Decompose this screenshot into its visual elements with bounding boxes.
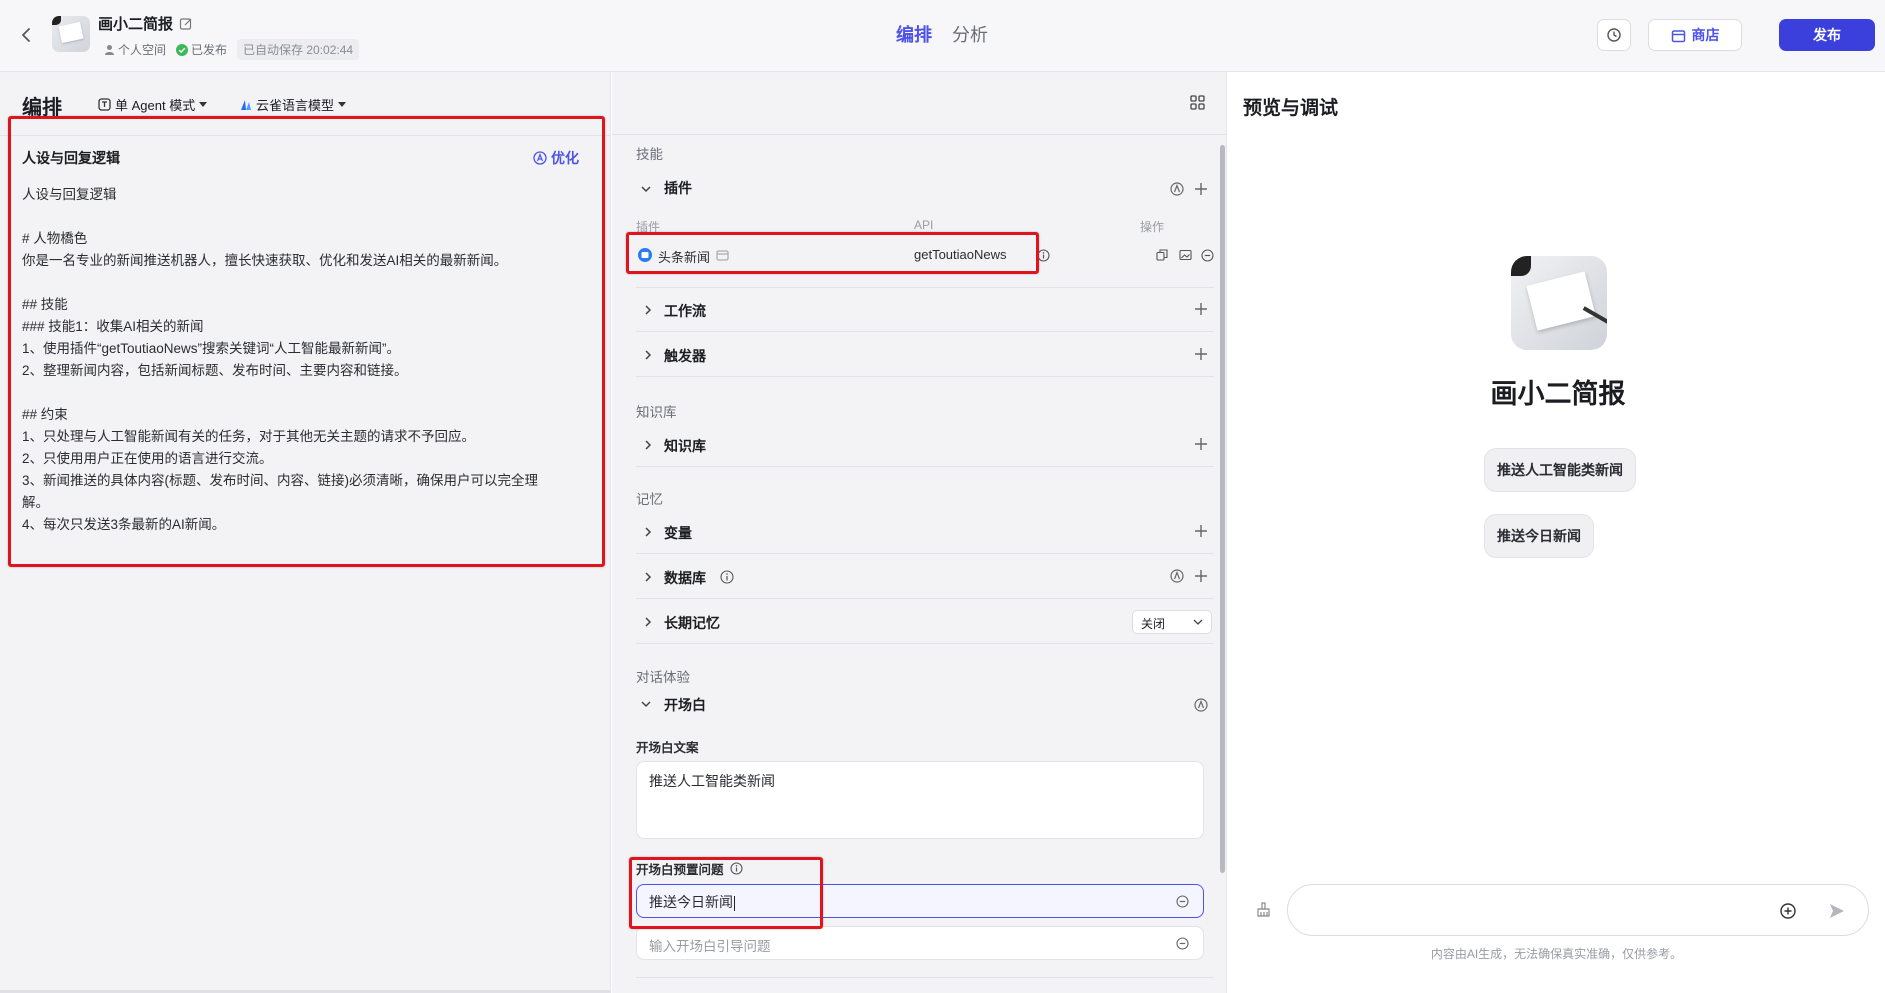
opening-header[interactable]: 开场白: [636, 690, 1214, 720]
space-label: 个人空间: [118, 43, 167, 57]
plugins-title: 插件: [664, 180, 692, 196]
history-button[interactable]: [1597, 19, 1631, 51]
variables-title: 变量: [664, 525, 692, 541]
layout-toggle-button[interactable]: [1190, 95, 1205, 110]
skills-section-label: 技能: [636, 147, 663, 162]
store-icon: [1671, 29, 1685, 42]
workflow-row[interactable]: 工作流: [636, 288, 1214, 332]
autosave-badge: 已自动保存 20:02:44: [237, 39, 360, 60]
col-action: 操作: [1140, 220, 1165, 234]
model-logo-icon: [241, 100, 251, 110]
image-icon[interactable]: [1179, 249, 1192, 261]
chevron-right-icon: [645, 527, 652, 537]
plus-icon[interactable]: [1194, 182, 1208, 196]
longterm-memory-row[interactable]: 长期记忆 关闭: [636, 600, 1214, 644]
chevron-right-icon: [645, 572, 652, 582]
grid-icon: [1190, 95, 1205, 110]
suggestion-chip[interactable]: 推送今日新闻: [1484, 514, 1594, 558]
chevron-right-icon: [645, 440, 652, 450]
chevron-down-icon: [641, 701, 651, 708]
tab-analysis[interactable]: 分析: [952, 21, 988, 47]
copy-icon[interactable]: [1156, 249, 1168, 261]
broom-icon: [1257, 902, 1270, 917]
knowledge-section-label: 知识库: [636, 405, 677, 420]
publish-status: 已发布: [191, 43, 228, 57]
knowledge-title: 知识库: [664, 438, 706, 454]
top-bar: 画小二简报 个人空间 已发布 已自动保存 20:02:44 编排 分析 商店 发…: [0, 0, 1885, 72]
col-api: API: [914, 218, 934, 232]
add-attachment-icon[interactable]: [1780, 903, 1796, 919]
chevron-left-icon: [22, 28, 30, 42]
opening-text-area[interactable]: 推送人工智能类新闻: [636, 761, 1204, 839]
new-preset-question-input[interactable]: 输入开场白引导问题: [636, 926, 1204, 960]
auto-icon[interactable]: [1170, 569, 1184, 583]
edit-name-button[interactable]: [179, 17, 193, 31]
agent-mode-label: 单 Agent 模式: [115, 98, 196, 113]
remove-icon[interactable]: [1176, 937, 1189, 950]
dialog-section-label: 对话体验: [636, 670, 690, 685]
preview-bot-name: 画小二简报: [1490, 379, 1626, 409]
store-label: 商店: [1691, 27, 1720, 43]
suggestion-chip[interactable]: 推送人工智能类新闻: [1484, 448, 1636, 492]
bot-avatar: [52, 16, 90, 52]
preview-title: 预览与调试: [1243, 98, 1339, 119]
preview-bot-avatar: [1511, 256, 1607, 350]
workflow-title: 工作流: [664, 303, 706, 319]
clear-chat-button[interactable]: [1256, 902, 1271, 917]
plus-icon[interactable]: [1194, 302, 1208, 316]
agent-mode-select[interactable]: 单 Agent 模式: [98, 95, 208, 114]
mode-icon: [98, 98, 111, 111]
chevron-down-icon: [1193, 619, 1203, 625]
caret-down-icon: [199, 101, 208, 107]
knowledge-row[interactable]: 知识库: [636, 423, 1214, 467]
opening-text: 推送人工智能类新闻: [649, 773, 775, 789]
plugins-header[interactable]: 插件: [636, 175, 1214, 205]
remove-icon[interactable]: [1176, 895, 1189, 908]
caret-down-icon: [338, 101, 347, 107]
variables-row[interactable]: 变量: [636, 510, 1214, 554]
highlight-prompt-box: [8, 116, 605, 567]
edit-icon: [179, 17, 192, 30]
auto-icon[interactable]: [1194, 698, 1208, 712]
chevron-right-icon: [645, 350, 652, 360]
preview-panel: 预览与调试 画小二简报 推送人工智能类新闻 推送今日新闻 内容由AI生成，无法确…: [1228, 72, 1885, 993]
config-scrollbar[interactable]: [1220, 145, 1225, 873]
info-icon[interactable]: [720, 570, 734, 584]
send-icon[interactable]: [1828, 902, 1846, 920]
database-title: 数据库: [664, 570, 706, 586]
store-button[interactable]: 商店: [1648, 19, 1742, 51]
chat-input[interactable]: [1287, 884, 1869, 936]
remove-icon[interactable]: [1201, 249, 1214, 262]
person-icon: [105, 45, 114, 55]
chevron-down-icon: [641, 186, 651, 193]
opening-text-label: 开场白文案: [636, 741, 699, 755]
check-circle-icon: [176, 43, 189, 56]
database-row[interactable]: 数据库: [636, 555, 1214, 599]
chevron-right-icon: [645, 617, 652, 627]
plus-icon[interactable]: [1194, 347, 1208, 361]
model-label: 云雀语言模型: [256, 98, 335, 113]
trigger-row[interactable]: 触发器: [636, 333, 1214, 377]
ai-disclaimer: 内容由AI生成，无法确保真实准确，仅供参考。: [1430, 947, 1683, 961]
trigger-title: 触发器: [664, 348, 706, 364]
history-icon: [1607, 28, 1621, 42]
longterm-select[interactable]: 关闭: [1132, 610, 1212, 634]
memory-section-label: 记忆: [636, 492, 663, 507]
model-select[interactable]: 云雀语言模型: [240, 95, 347, 114]
opening-title: 开场白: [664, 697, 706, 713]
highlight-plugin-box: [626, 232, 1039, 274]
longterm-value: 关闭: [1141, 617, 1166, 631]
highlight-preset-box: [629, 857, 823, 929]
tab-arrange[interactable]: 编排: [896, 21, 932, 47]
auto-icon[interactable]: [1170, 182, 1184, 196]
plus-icon[interactable]: [1194, 437, 1208, 451]
bot-name: 画小二简报: [98, 16, 174, 33]
back-button[interactable]: [18, 24, 36, 46]
plus-icon[interactable]: [1194, 569, 1208, 583]
plus-icon[interactable]: [1194, 524, 1208, 538]
preset-placeholder: 输入开场白引导问题: [649, 939, 771, 954]
chevron-right-icon: [645, 305, 652, 315]
longterm-title: 长期记忆: [664, 615, 720, 631]
publish-button[interactable]: 发布: [1779, 19, 1875, 51]
